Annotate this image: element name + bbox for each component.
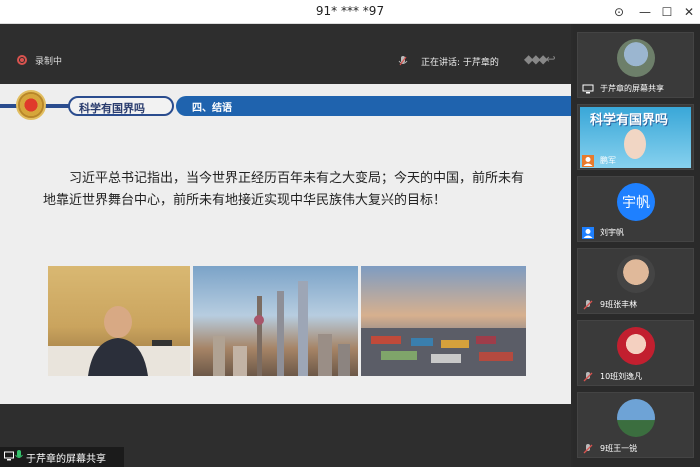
main-stage: 录制中 正在讲话: 于芹章的 ◆◆◆↩ 科学有国界吗 四、结语 习近平总书记指出… xyxy=(0,24,571,467)
record-icon xyxy=(17,55,27,65)
participant-tile[interactable]: 于芹章的屏幕共享 xyxy=(577,32,694,98)
emblem-icon xyxy=(16,90,46,120)
avatar: 宇帆 xyxy=(617,183,655,221)
participant-name: 9班王一锐 xyxy=(600,444,638,453)
share-label: 于芹章的屏幕共享 xyxy=(26,454,106,465)
speaking-indicator: 正在讲话: 于芹章的 xyxy=(421,58,499,68)
video-thumb: 科学有国界吗 xyxy=(580,107,691,168)
participant-tile[interactable]: 9班张丰林 xyxy=(577,248,694,314)
screen-share-icon xyxy=(4,451,14,461)
mic-muted-icon xyxy=(583,372,593,382)
participant-name: 于芹章的屏幕共享 xyxy=(600,84,664,93)
mic-muted-icon xyxy=(583,300,593,310)
speech-photo xyxy=(48,266,190,376)
screen-share-icon xyxy=(582,84,594,94)
avatar xyxy=(617,39,655,77)
mic-muted-icon xyxy=(583,444,593,454)
share-indicator: 于芹章的屏幕共享 xyxy=(0,447,124,467)
recording-label: 录制中 xyxy=(35,57,63,67)
slide-body-text: 习近平总书记指出，当今世界正经历百年未有之大变局；今天的中国，前所未有地靠近世界… xyxy=(43,171,525,208)
participant-list: 于芹章的屏幕共享 科学有国界吗 鹏军 宇帆 刘宇帆 9班张丰林 10班刘逸凡 9… xyxy=(573,24,700,467)
avatar xyxy=(617,399,655,437)
skyline-photo xyxy=(193,266,358,376)
user-icon xyxy=(582,227,594,239)
mic-icon xyxy=(15,450,23,458)
participant-name: 鹏军 xyxy=(600,156,616,165)
close-icon[interactable]: ✕ xyxy=(680,3,698,21)
minimize-icon[interactable]: — xyxy=(636,3,654,21)
section-title: 科学有国界吗 xyxy=(79,102,145,115)
chapter-pill: 四、结语 xyxy=(176,96,571,116)
pin-icon[interactable]: ⊙ xyxy=(610,3,628,21)
participant-name: 刘宇帆 xyxy=(600,228,624,237)
meeting-window: 91* *** *97 ⊙ — ☐ ✕ 录制中 正在讲话: 于芹章的 ◆◆◆↩ … xyxy=(0,0,700,467)
meeting-topbar: 录制中 正在讲话: 于芹章的 ◆◆◆↩ xyxy=(0,24,571,84)
participant-name: 10班刘逸凡 xyxy=(600,372,643,381)
port-photo xyxy=(361,266,526,376)
maximize-icon[interactable]: ☐ xyxy=(658,3,676,21)
thumb-title: 科学有国界吗 xyxy=(590,113,669,128)
avatar xyxy=(617,255,655,293)
participant-tile[interactable]: 科学有国界吗 鹏军 xyxy=(577,104,694,170)
collapse-arrows-icon[interactable]: ◆◆◆↩ xyxy=(524,52,556,66)
chapter-title: 四、结语 xyxy=(192,103,232,114)
title-bar: 91* *** *97 ⊙ — ☐ ✕ xyxy=(0,0,700,24)
user-icon xyxy=(582,155,594,167)
participant-tile[interactable]: 10班刘逸凡 xyxy=(577,320,694,386)
window-title: 91* *** *97 xyxy=(315,4,385,18)
speaker-icon xyxy=(398,56,408,66)
participant-tile[interactable]: 宇帆 刘宇帆 xyxy=(577,176,694,242)
participant-tile[interactable]: 9班王一锐 xyxy=(577,392,694,458)
participant-name: 9班张丰林 xyxy=(600,300,638,309)
section-title-pill: 科学有国界吗 xyxy=(68,96,174,116)
shared-slide: 科学有国界吗 四、结语 习近平总书记指出，当今世界正经历百年未有之大变局；今天的… xyxy=(0,84,571,404)
slide-banner: 科学有国界吗 四、结语 xyxy=(0,90,571,120)
avatar xyxy=(617,327,655,365)
